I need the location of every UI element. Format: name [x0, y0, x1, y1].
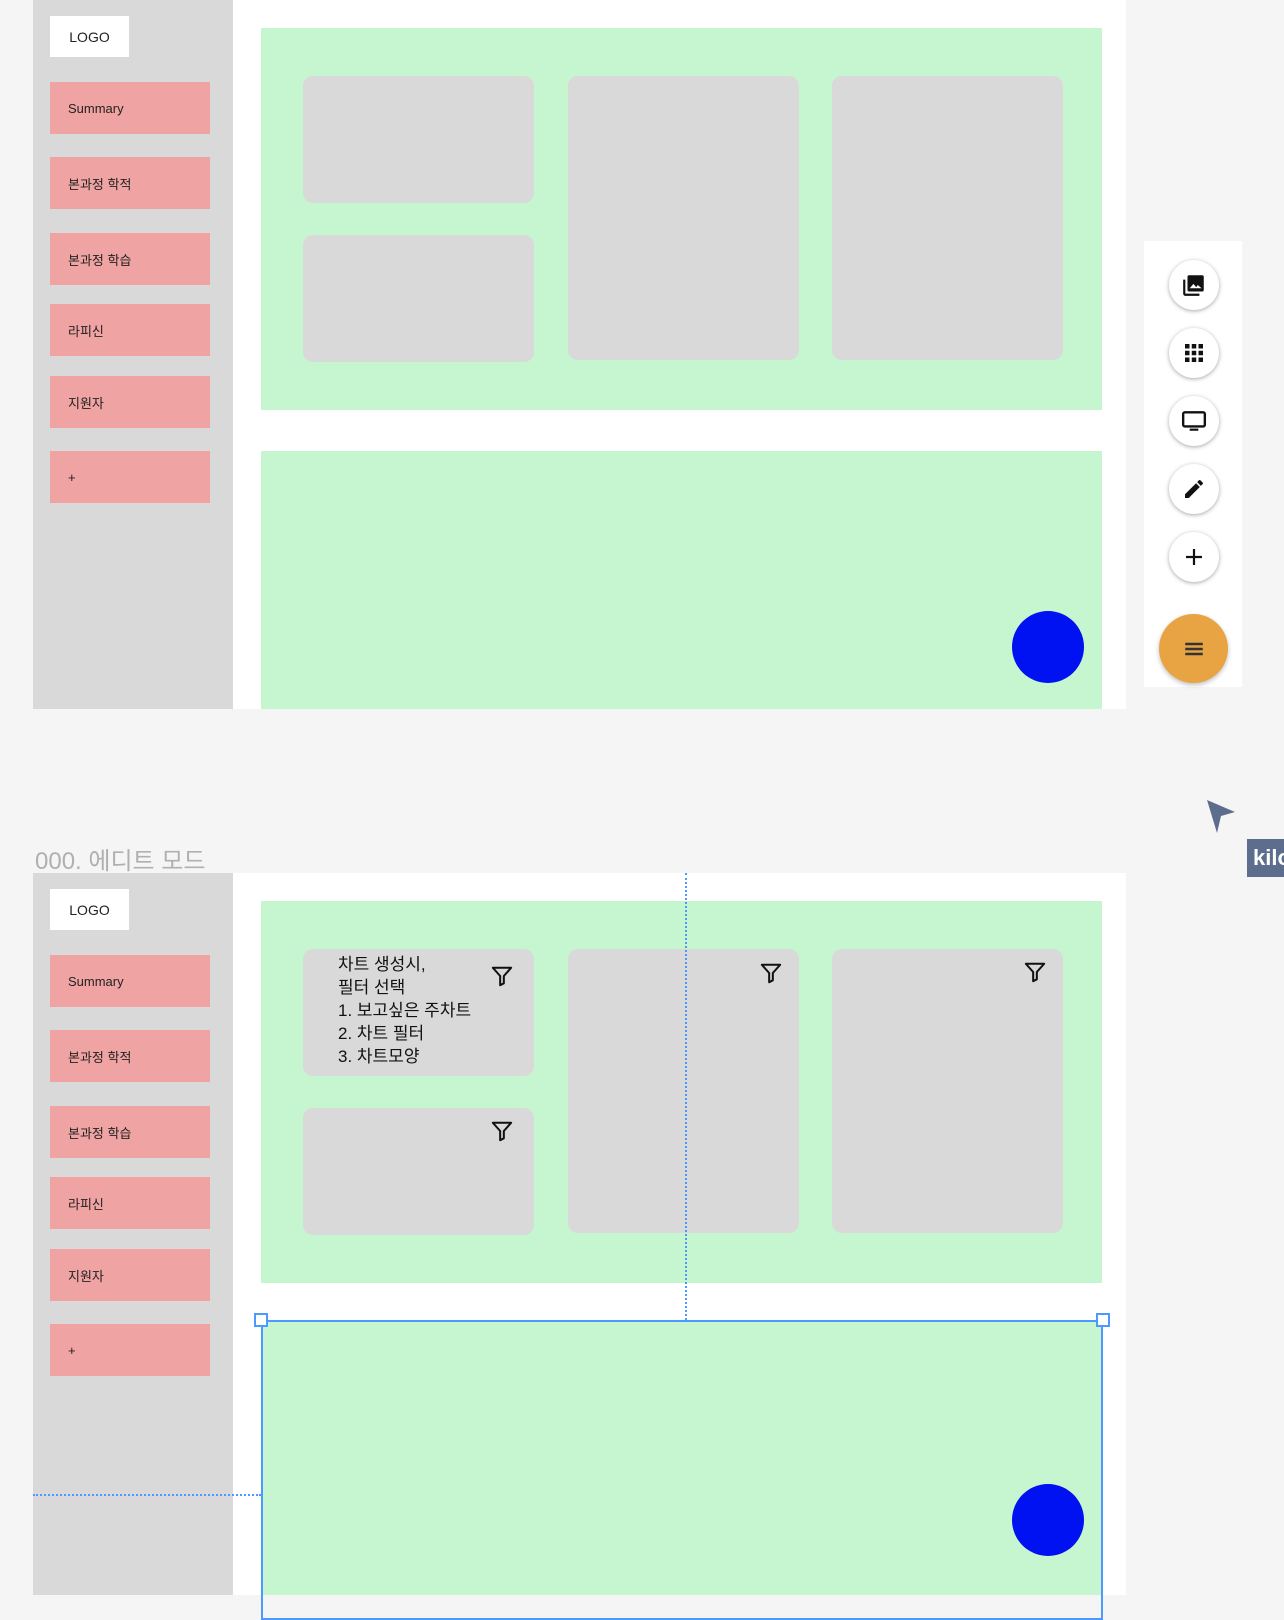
sidebar-item-piscine[interactable]: 라피신 [50, 304, 210, 356]
menu-icon [1184, 642, 1203, 655]
sidebar-item-main-course-records[interactable]: 본과정 학적 [50, 157, 210, 209]
chart-card[interactable] [832, 76, 1063, 360]
chart-card[interactable] [303, 235, 534, 362]
present-button[interactable] [1169, 396, 1219, 446]
chart-card[interactable]: 차트 생성시, 필터 선택 1. 보고싶은 주차트 2. 차트 필터 3. 차트… [303, 949, 534, 1076]
section-title: 000. 에디트 모드 [35, 848, 206, 875]
sidebar-item-add[interactable]: + [50, 1324, 210, 1376]
chart-card[interactable] [568, 76, 799, 360]
chart-panel-bottom [261, 451, 1102, 709]
collaborator-cursor-icon [1207, 800, 1235, 833]
filter-icon[interactable] [1024, 961, 1046, 983]
add-button[interactable] [1169, 532, 1219, 582]
logo[interactable]: LOGO [50, 16, 129, 57]
chart-card[interactable] [303, 1108, 534, 1235]
filter-icon[interactable] [491, 965, 513, 987]
plus-icon [1186, 549, 1202, 565]
resize-handle-top-left[interactable] [254, 1313, 268, 1327]
collaborator-name-tag: kilo [1247, 839, 1284, 877]
floating-toolbar [1144, 241, 1242, 687]
chart-card[interactable] [568, 949, 799, 1233]
alignment-guide-vertical [685, 873, 687, 1320]
sidebar: LOGO Summary 본과정 학적 본과정 학습 라피신 지원자 + [33, 0, 233, 709]
chart-card-note: 차트 생성시, 필터 선택 1. 보고싶은 주차트 2. 차트 필터 3. 차트… [338, 955, 472, 1066]
grid-apps-icon [1185, 344, 1203, 362]
sidebar-item-summary[interactable]: Summary [50, 955, 210, 1007]
sidebar-item-summary[interactable]: Summary [50, 82, 210, 134]
sidebar-item-applicants[interactable]: 지원자 [50, 1249, 210, 1301]
sidebar-item-applicants[interactable]: 지원자 [50, 376, 210, 428]
dashboard-frame-view: LOGO Summary 본과정 학적 본과정 학습 라피신 지원자 + [33, 0, 1126, 709]
filter-icon[interactable] [491, 1120, 513, 1142]
sidebar-item-main-course-records[interactable]: 본과정 학적 [50, 1030, 210, 1082]
chart-card[interactable] [303, 76, 534, 203]
logo[interactable]: LOGO [50, 889, 129, 930]
chart-panel-top: 차트 생성시, 필터 선택 1. 보고싶은 주차트 2. 차트 필터 3. 차트… [261, 901, 1102, 1283]
monitor-icon [1181, 411, 1207, 431]
sidebar-item-piscine[interactable]: 라피신 [50, 1177, 210, 1229]
image-gallery-button[interactable] [1169, 260, 1219, 310]
image-gallery-icon [1183, 275, 1204, 296]
selection-box [261, 1320, 1103, 1620]
chart-panel-top [261, 28, 1102, 410]
floating-action-button[interactable] [1012, 611, 1084, 683]
chart-card[interactable] [832, 949, 1063, 1233]
alignment-guide-horizontal [33, 1494, 261, 1496]
sidebar-item-add[interactable]: + [50, 451, 210, 503]
grid-apps-button[interactable] [1169, 328, 1219, 378]
menu-button[interactable] [1159, 614, 1228, 683]
edit-button[interactable] [1169, 464, 1219, 514]
sidebar: LOGO Summary 본과정 학적 본과정 학습 라피신 지원자 + [33, 873, 233, 1595]
sidebar-item-main-course-learning[interactable]: 본과정 학습 [50, 1106, 210, 1158]
filter-icon[interactable] [760, 962, 782, 984]
sidebar-item-main-course-learning[interactable]: 본과정 학습 [50, 233, 210, 285]
pencil-icon [1185, 479, 1204, 498]
resize-handle-top-right[interactable] [1096, 1313, 1110, 1327]
